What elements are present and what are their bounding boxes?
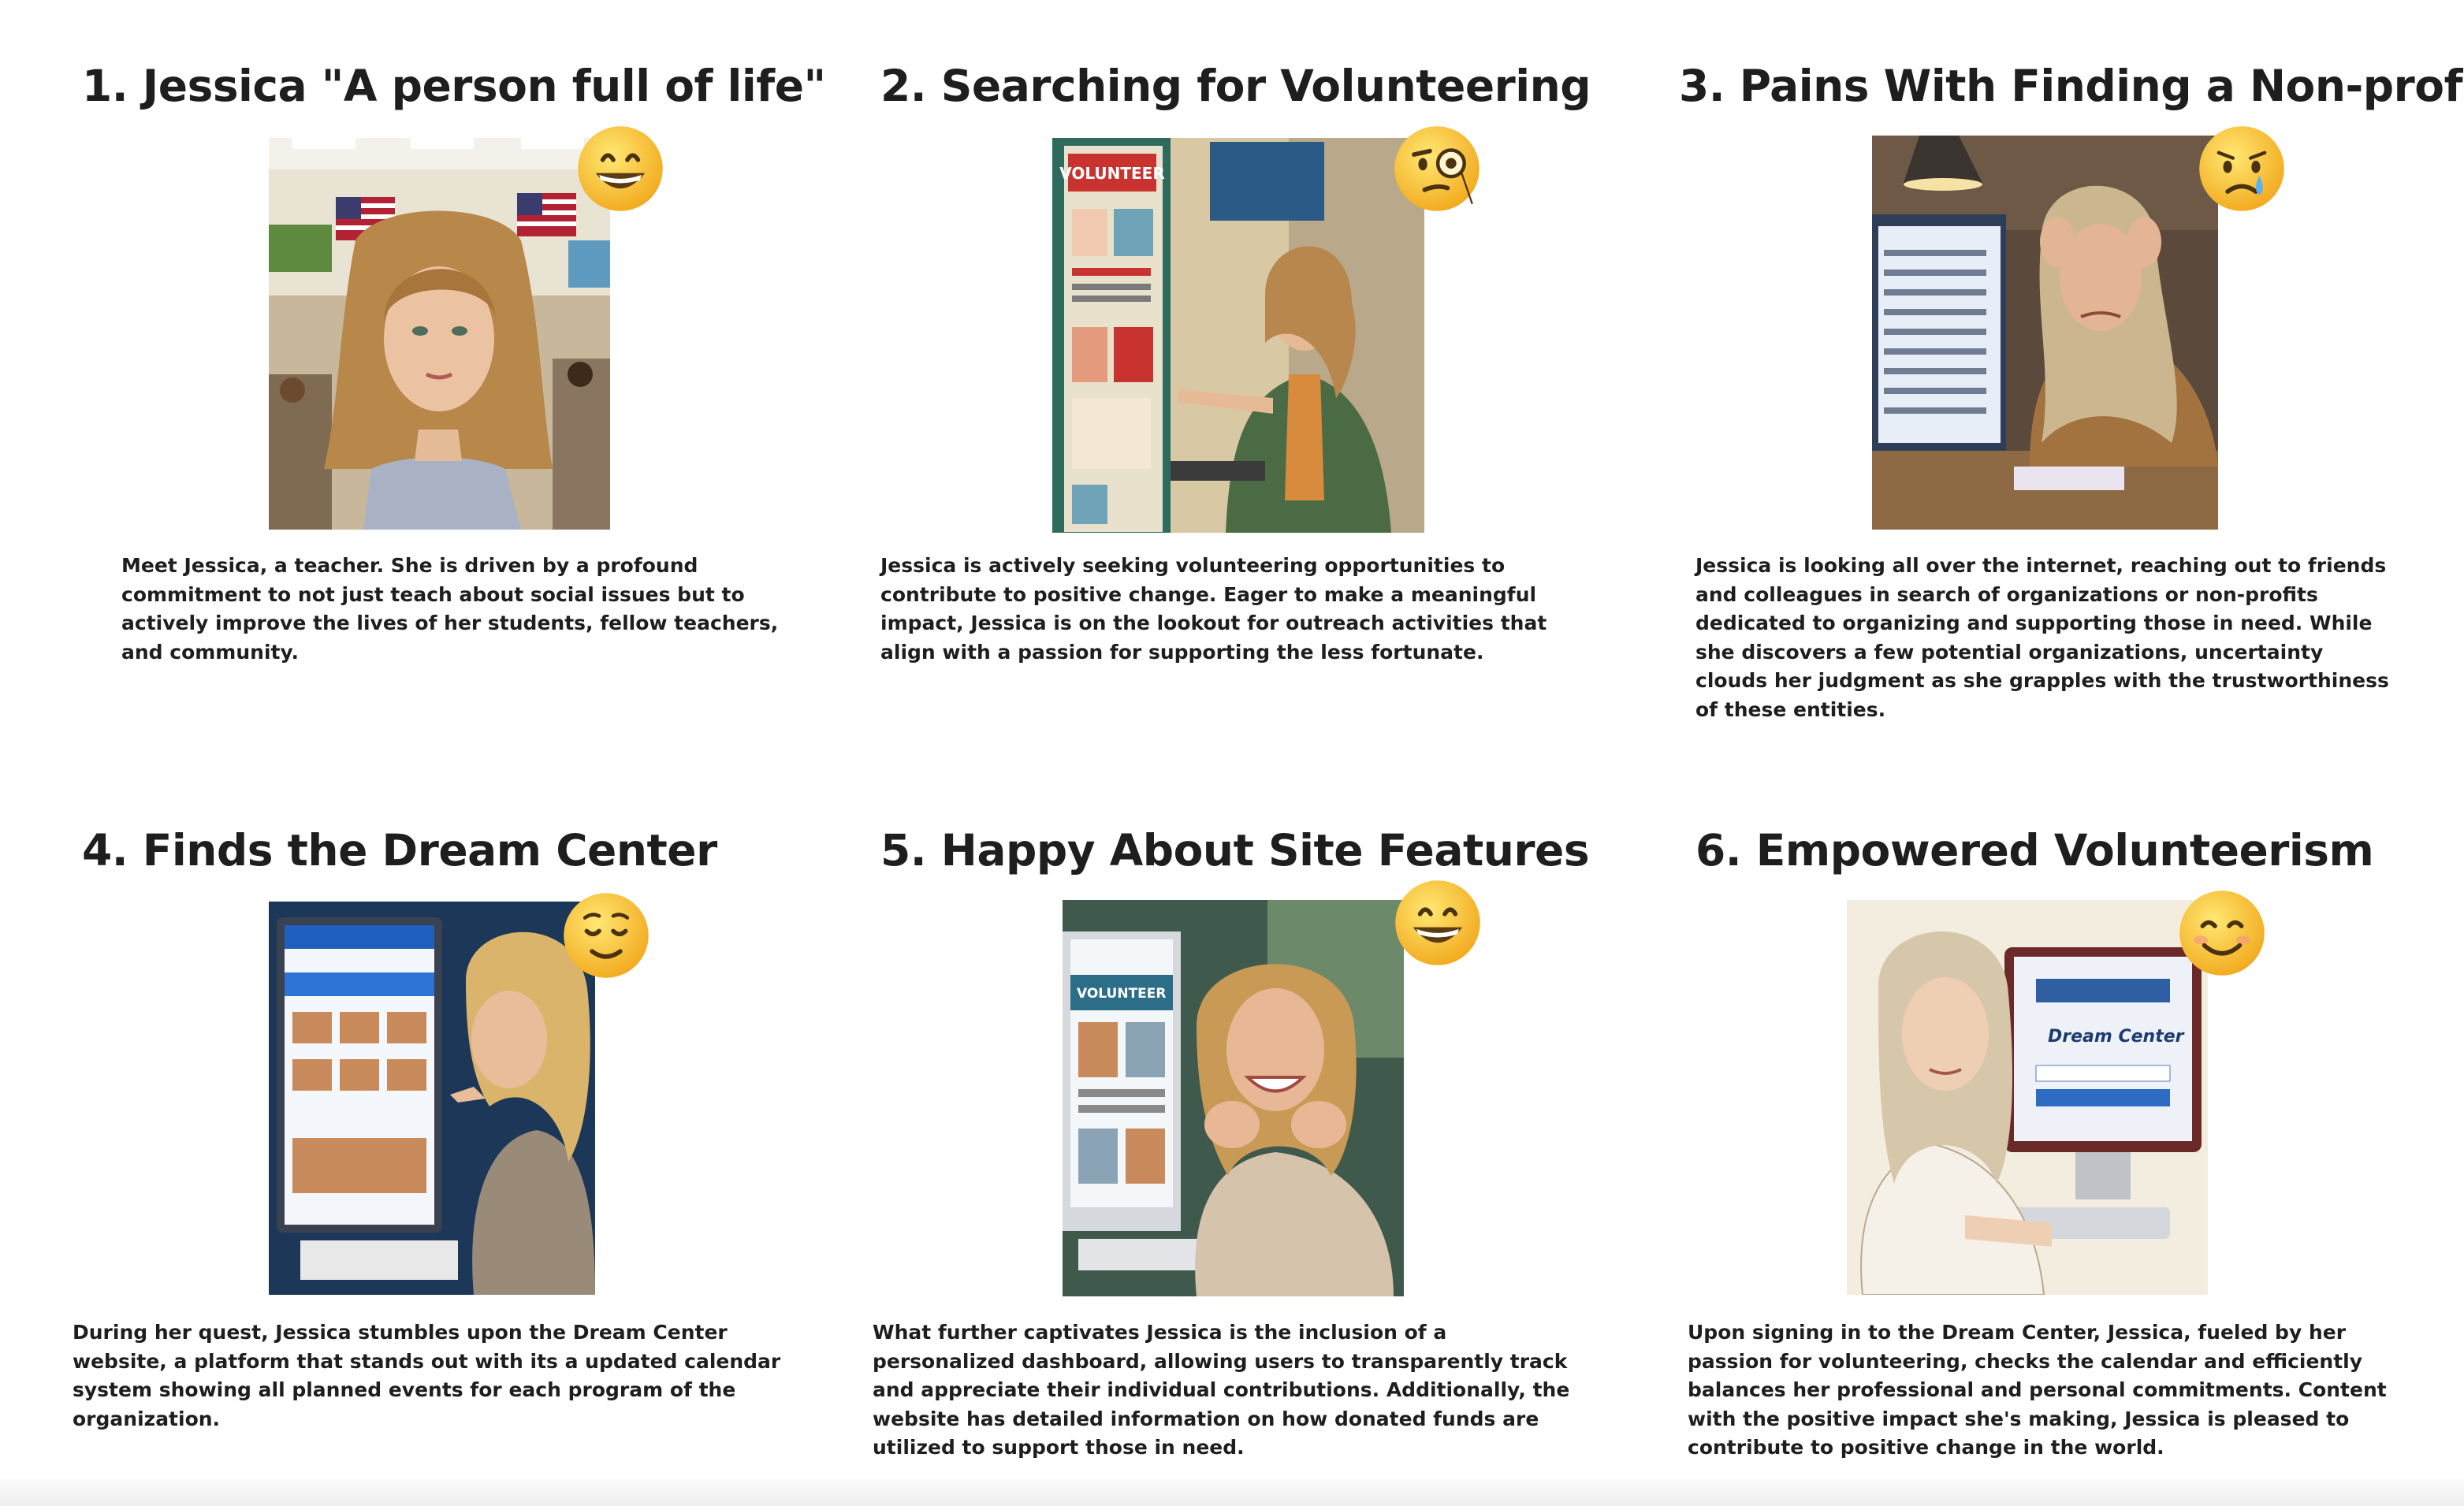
panel-2-title: 2. Searching for Volunteering bbox=[880, 61, 1591, 111]
panel-1-title: 1. Jessica "A person full of life" bbox=[82, 61, 826, 111]
smiling-face-emoji-icon bbox=[2178, 889, 2266, 977]
panel-1-caption: Meet Jessica, a teacher. She is driven b… bbox=[121, 554, 779, 664]
panel-5-illustration-happy-at-site: VOLUNTEER bbox=[1063, 900, 1404, 1296]
volunteer-screen-text: VOLUNTEER bbox=[1077, 986, 1166, 1002]
monocle-face-emoji-icon bbox=[1393, 125, 1481, 213]
panel-1-illustration-teacher-in-classroom bbox=[269, 138, 610, 530]
crying-face-emoji-icon bbox=[2198, 125, 2286, 213]
panel-2-caption: Jessica is actively seeking volunteering… bbox=[880, 554, 1547, 664]
panel-3-title: 3. Pains With Finding a Non-profit bbox=[1679, 61, 2464, 111]
panel-4-illustration-finds-website bbox=[269, 902, 595, 1295]
panel-4-caption: During her quest, Jessica stumbles upon … bbox=[73, 1321, 781, 1430]
dream-center-screen-text: Dream Center bbox=[2048, 1027, 2185, 1047]
window-bottom-edge bbox=[0, 1479, 2464, 1506]
panel-2-illustration-bulletin-board: VOLUNTEER bbox=[1052, 138, 1424, 533]
grinning-face-emoji-icon bbox=[576, 125, 664, 213]
panel-6-illustration-signing-in: Dream Center bbox=[1847, 900, 2208, 1295]
panel-6-title: 6. Empowered Volunteerism bbox=[1695, 825, 2374, 876]
panel-6-caption: Upon signing in to the Dream Center, Jes… bbox=[1688, 1321, 2387, 1459]
volunteer-sign-text: VOLUNTEER bbox=[1059, 164, 1165, 183]
panel-3-caption: Jessica is looking all over the internet… bbox=[1695, 554, 2389, 721]
panel-3-illustration-frustrated-at-computer bbox=[1872, 136, 2218, 530]
grinning-face-emoji-icon bbox=[1394, 879, 1482, 967]
panel-5-title: 5. Happy About Site Features bbox=[880, 825, 1590, 876]
relieved-face-emoji-icon bbox=[562, 891, 650, 980]
panel-5-caption: What further captivates Jessica is the i… bbox=[873, 1321, 1570, 1459]
panel-4-title: 4. Finds the Dream Center bbox=[82, 825, 717, 876]
